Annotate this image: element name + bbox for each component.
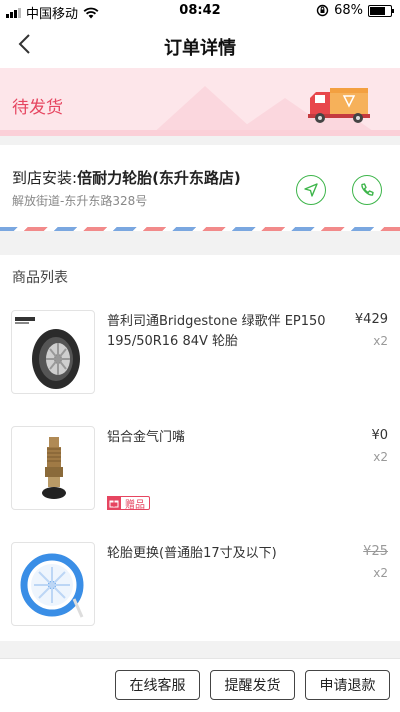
product-item[interactable]: 铝合金气门嘴 ¥0 x2 赠品	[0, 426, 400, 526]
wheel-service-image	[11, 542, 95, 626]
delivery-truck-icon	[308, 88, 370, 123]
gift-icon	[107, 495, 121, 510]
store-info: 到店安装:倍耐力轮胎(东升东路店) 解放街道-东升东路328号	[0, 145, 400, 231]
customer-service-button[interactable]: 在线客服	[115, 670, 200, 700]
product-quantity: x2	[373, 450, 388, 464]
gift-badge-label: 赠品	[125, 499, 145, 511]
phone-icon	[361, 183, 374, 196]
product-quantity: x2	[373, 566, 388, 580]
store-name-line: 到店安装:倍耐力轮胎(东升东路店)	[12, 167, 241, 188]
refund-request-button[interactable]: 申请退款	[305, 670, 390, 700]
product-price: ¥429	[354, 312, 388, 327]
status-bar: 中国移动 08:42 68%	[0, 0, 400, 22]
banner-stripe	[0, 130, 400, 136]
orientation-lock-icon	[316, 4, 329, 17]
product-price: ¥25	[363, 544, 388, 559]
order-status-banner: 待发货	[0, 68, 400, 136]
store-name: 倍耐力轮胎(东升东路店)	[77, 169, 241, 187]
store-label: 到店安装:	[12, 169, 78, 187]
navigation-icon	[304, 183, 318, 197]
product-item[interactable]: 轮胎更换(普通胎17寸及以下) ¥25 x2	[0, 542, 400, 642]
navigate-button[interactable]	[296, 175, 326, 205]
battery-percent: 68%	[334, 3, 363, 18]
navigation-bar: 订单详情	[0, 22, 400, 68]
product-name: 普利司通Bridgestone 绿歌伴 EP150 195/50R16 84V …	[107, 314, 326, 349]
call-button[interactable]	[352, 175, 382, 205]
order-status-label: 待发货	[12, 98, 63, 118]
product-list-heading: 商品列表	[12, 270, 68, 286]
bottom-action-bar: 在线客服 提醒发货 申请退款	[0, 658, 400, 712]
product-quantity: x2	[373, 334, 388, 348]
gift-badge: 赠品	[107, 495, 150, 511]
page-title: 订单详情	[164, 38, 236, 59]
product-name: 铝合金气门嘴	[107, 430, 186, 445]
remind-shipping-button[interactable]: 提醒发货	[210, 670, 295, 700]
product-item[interactable]: 普利司通Bridgestone 绿歌伴 EP150 195/50R16 84V …	[0, 310, 400, 410]
product-price: ¥0	[371, 428, 388, 443]
tire-image	[11, 310, 95, 394]
store-address: 解放街道-东升东路328号	[12, 194, 148, 208]
status-right: 68%	[316, 3, 394, 18]
product-name: 轮胎更换(普通胎17寸及以下)	[107, 546, 277, 561]
battery-icon	[368, 4, 394, 17]
product-list: 商品列表 普利司通Bridgestone 绿歌伴 EP150 195/50R16…	[0, 255, 400, 641]
valve-stem-image	[11, 426, 95, 510]
airmail-border	[0, 227, 400, 231]
